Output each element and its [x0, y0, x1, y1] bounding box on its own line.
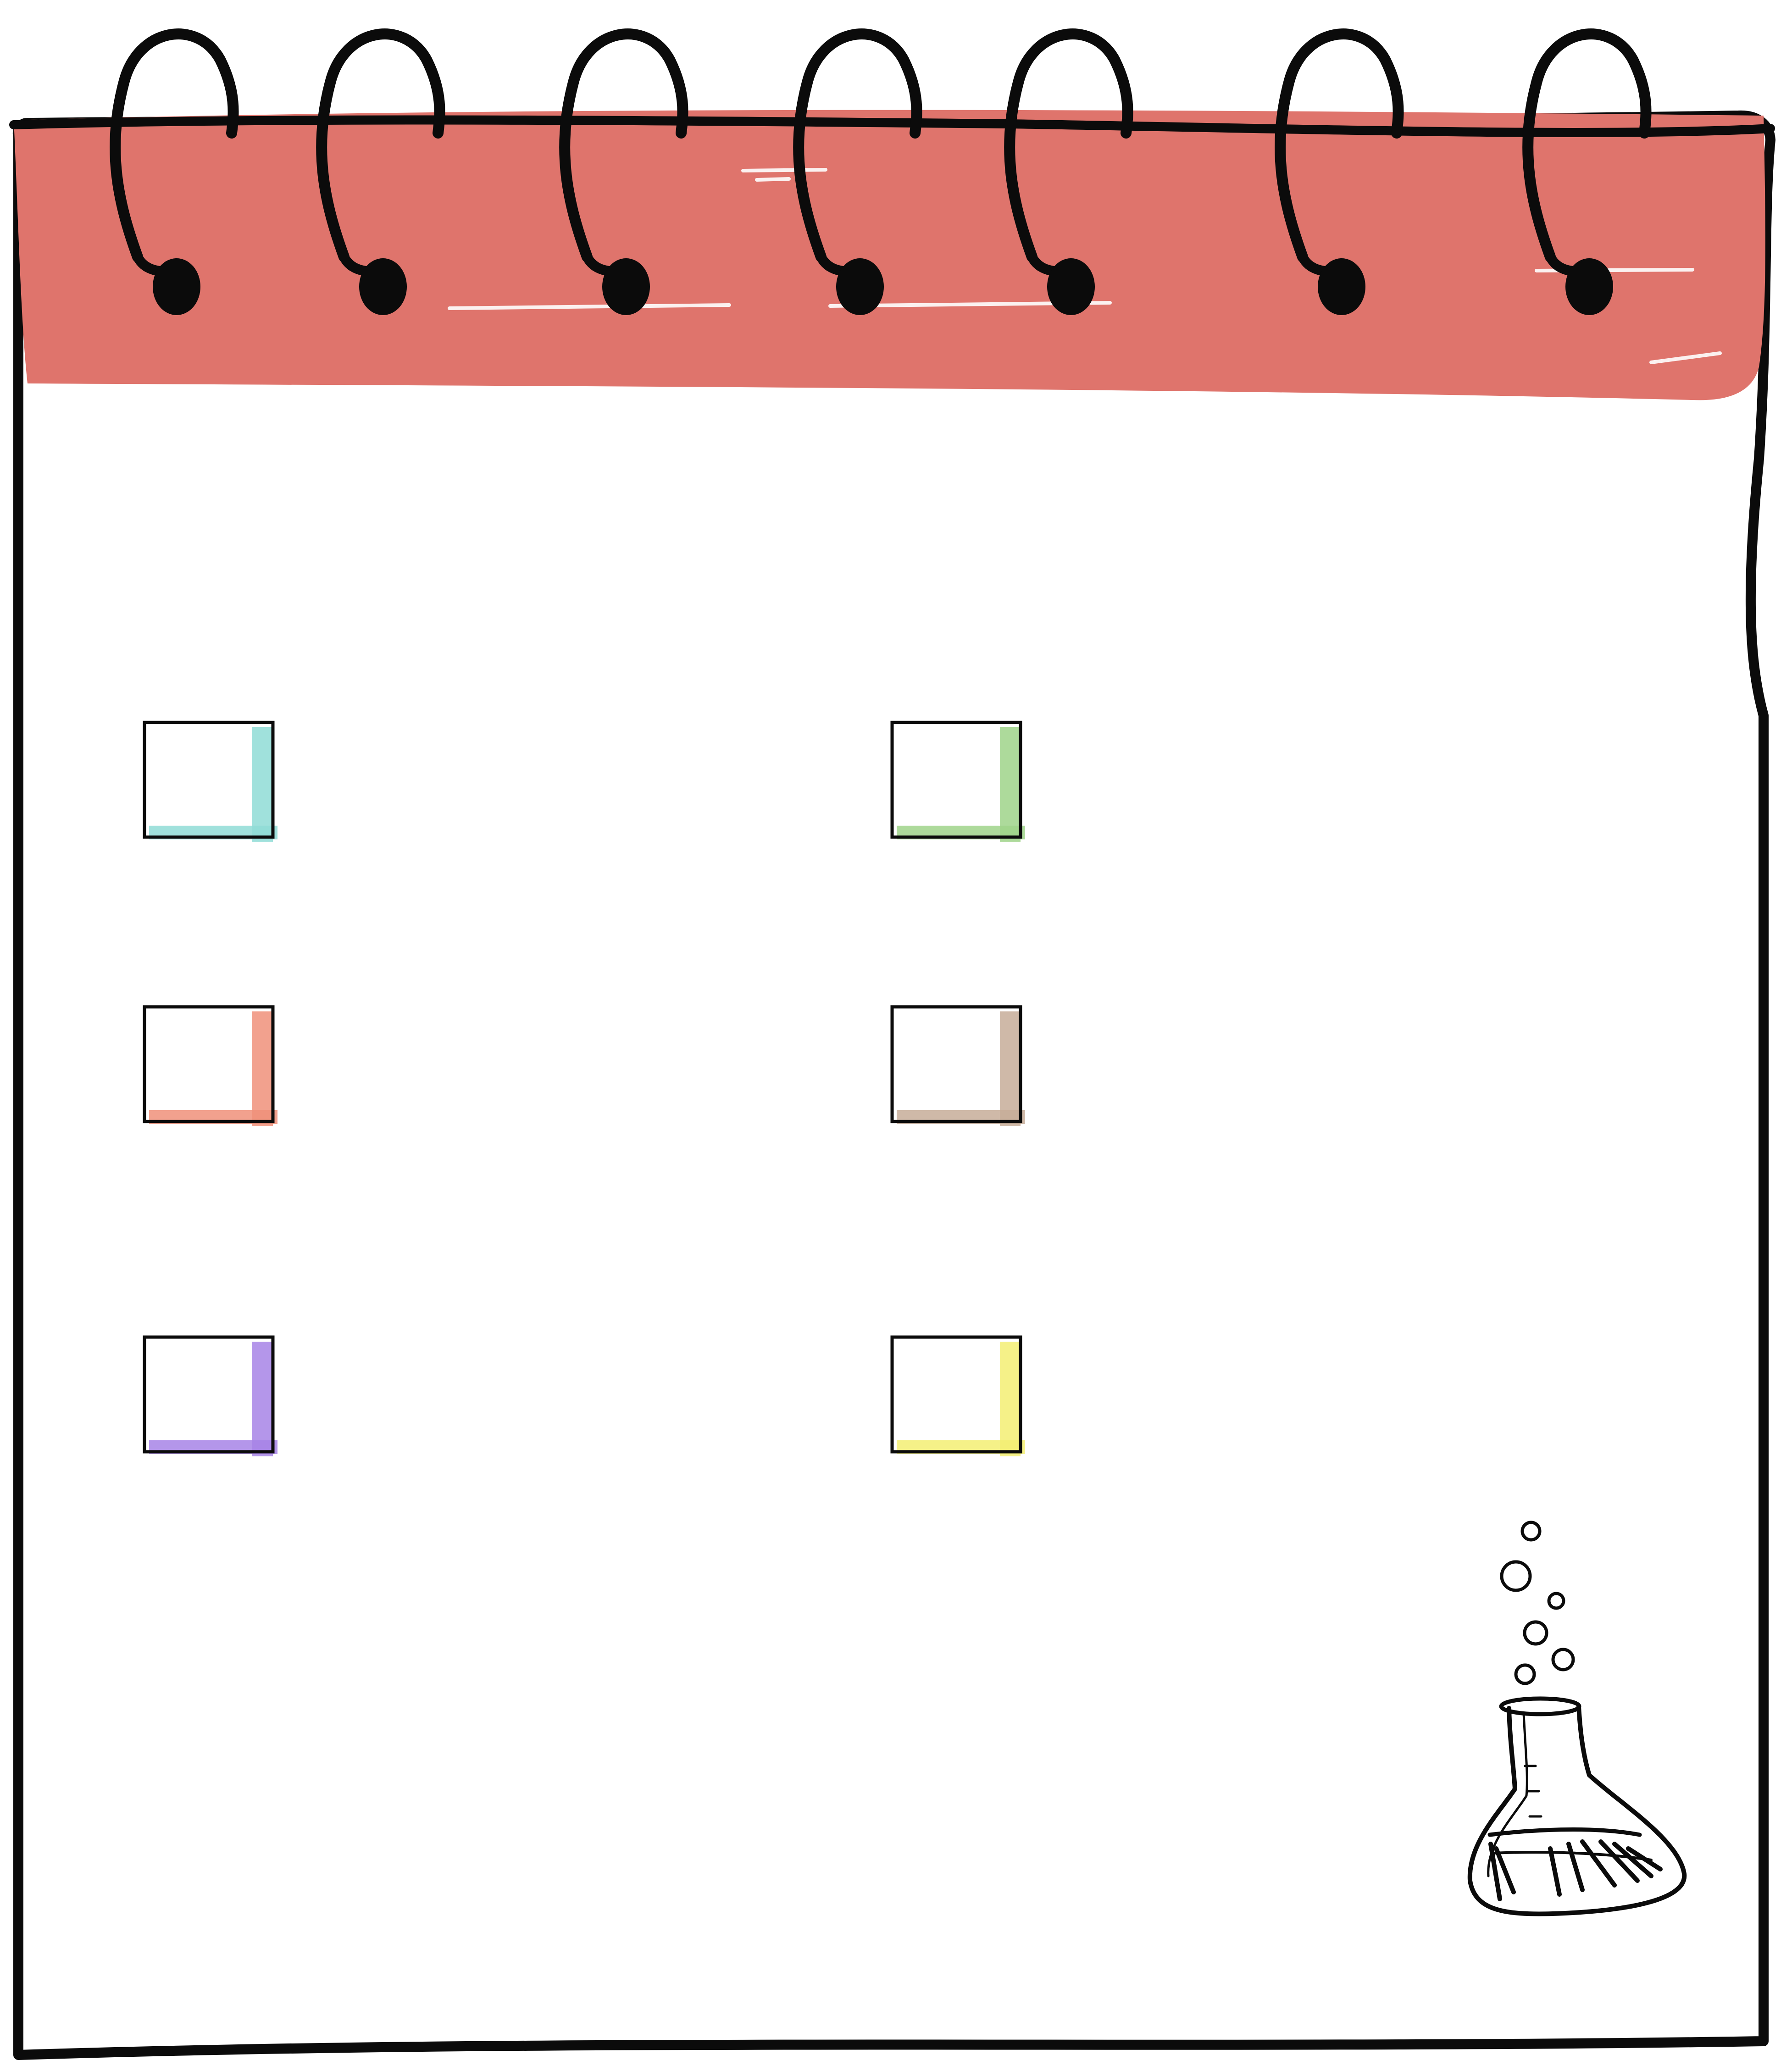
checkbox-accent	[252, 1342, 273, 1456]
checkbox-accent	[1000, 727, 1021, 842]
binding-hole	[1565, 258, 1613, 315]
checkbox-accent	[1000, 1011, 1021, 1126]
binding-hole	[1318, 258, 1365, 315]
checkbox-accent	[1000, 1342, 1021, 1456]
binding-hole	[359, 258, 407, 315]
binding-hole	[153, 258, 200, 315]
binding-hole	[602, 258, 650, 315]
header-band	[14, 110, 1765, 400]
checkbox-accent	[252, 1011, 273, 1126]
notepad-illustration	[9, 28, 1775, 2060]
binding-hole	[1047, 258, 1095, 315]
checkbox-accent	[252, 727, 273, 842]
binding-hole	[836, 258, 884, 315]
